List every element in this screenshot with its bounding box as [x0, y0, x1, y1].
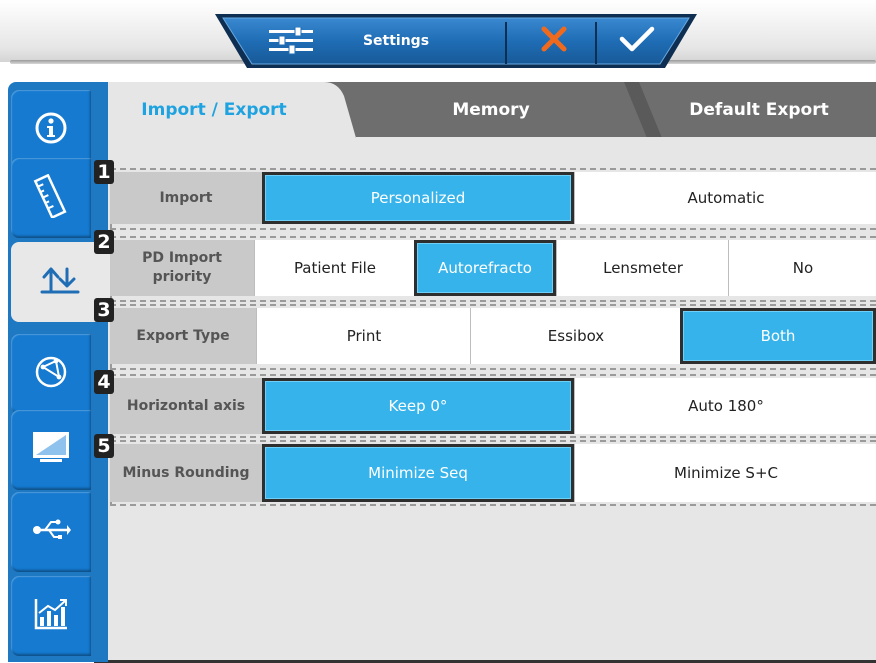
import-option-automatic[interactable]: Automatic [574, 172, 876, 224]
export-type-label: Export Type [110, 308, 256, 364]
settings-button[interactable]: Settings [253, 18, 505, 64]
row-number-badge: 5 [94, 434, 114, 458]
check-icon [619, 25, 655, 57]
horizontal-axis-row: 4 Horizontal axis Keep 0° Auto 180° [94, 370, 876, 438]
sidebar-item-usb[interactable] [11, 492, 91, 572]
minus-rounding-row: 5 Minus Rounding Minimize Seq Minimize S… [94, 434, 876, 506]
import-export-icon [40, 265, 80, 299]
import-row: 1 Import Personalized Automatic [94, 160, 876, 230]
sidebar-item-statistics[interactable] [11, 576, 91, 656]
minus-rounding-label: Minus Rounding [110, 444, 262, 502]
row-number-badge: 2 [94, 230, 114, 254]
tab-bar: Import / Export Memory Default Export [94, 82, 876, 138]
pd-option-no[interactable]: No [728, 240, 876, 296]
horizontal-axis-label: Horizontal axis [110, 378, 262, 434]
sidebar-item-ruler[interactable] [11, 158, 91, 238]
export-type-row: 3 Export Type Print Essibox Both [94, 298, 876, 370]
settings-label: Settings [362, 33, 430, 49]
cancel-button[interactable] [513, 18, 595, 64]
row-number-badge: 4 [94, 370, 114, 394]
toolbar-divider [505, 22, 507, 64]
settings-toolbar: Settings [213, 12, 699, 70]
export-option-print[interactable]: Print [256, 308, 471, 364]
toolbar-divider [595, 22, 597, 64]
axis-option-auto-180[interactable]: Auto 180° [574, 378, 876, 434]
pd-import-priority-label: PD Import priority [110, 240, 254, 296]
sidebar [8, 82, 111, 662]
tab-label: Import / Export [141, 100, 287, 120]
row-number-badge: 3 [94, 298, 114, 322]
tab-label: Default Export [689, 100, 829, 120]
tab-default-export[interactable]: Default Export [642, 82, 876, 138]
sidebar-item-display[interactable] [11, 410, 91, 490]
close-icon [540, 25, 568, 57]
import-option-personalized[interactable]: Personalized [262, 172, 574, 224]
pd-import-priority-row: 2 PD Import priority Patient File Autore… [94, 230, 876, 302]
monitor-icon [32, 431, 70, 469]
pd-option-autorefracto[interactable]: Autorefracto [414, 240, 556, 296]
export-option-essibox[interactable]: Essibox [470, 308, 681, 364]
import-label: Import [110, 172, 262, 224]
sidebar-item-network[interactable] [11, 334, 91, 414]
confirm-button[interactable] [601, 18, 673, 64]
ruler-icon [31, 173, 71, 222]
tab-memory[interactable]: Memory [356, 82, 626, 138]
info-icon [34, 111, 68, 149]
export-option-both[interactable]: Both [680, 308, 876, 364]
network-icon [34, 355, 68, 393]
row-number-badge: 1 [94, 160, 114, 184]
chart-icon [33, 597, 69, 635]
pd-option-patient-file[interactable]: Patient File [254, 240, 415, 296]
tab-label: Memory [452, 100, 530, 120]
pd-option-lensmeter[interactable]: Lensmeter [556, 240, 729, 296]
rounding-option-minimize-seq[interactable]: Minimize Seq [262, 444, 574, 502]
sliders-icon [269, 26, 313, 59]
usb-icon [31, 517, 71, 547]
rounding-option-minimize-s-c[interactable]: Minimize S+C [574, 444, 876, 502]
axis-option-keep-0[interactable]: Keep 0° [262, 378, 574, 434]
tab-import-export[interactable]: Import / Export [94, 82, 334, 138]
